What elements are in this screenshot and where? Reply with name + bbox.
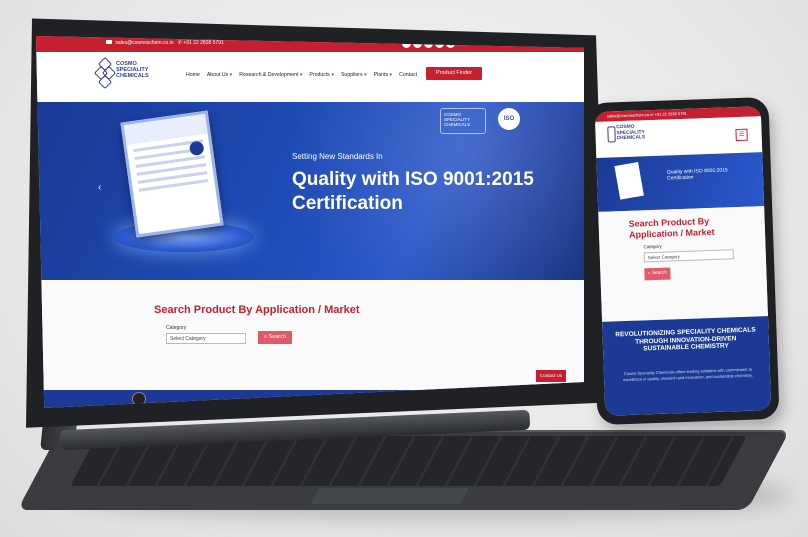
nav-home[interactable]: Home [186,72,200,78]
chevron-down-icon: ▾ [364,72,367,78]
phone-search-title: Search Product By Application / Market [628,216,715,240]
nav-about[interactable]: About Us ▾ [207,72,232,78]
contact-email[interactable]: sales@cosmoschem.co.in [115,40,173,46]
scene: sales@cosmoschem.co.in ✆ +91 22 2838 579… [0,0,808,537]
phone-hero: Quality with ISO 9001:2015 Certification [596,152,765,212]
chevron-down-icon: ▾ [229,72,233,78]
phone-search-section: Search Product By Application / Market C… [598,206,768,322]
tablet-screen: sales@cosmoschem.co.in ✆ +91 22 2838 579… [36,36,584,408]
category-select[interactable]: Select Category [166,333,246,344]
nav-products[interactable]: Products ▾ [309,72,334,78]
contact-us-button[interactable]: Contact Us [536,370,566,382]
main-nav: Home About Us ▾ Research & Development ▾… [186,72,417,78]
phone-icon: ✆ [177,40,182,46]
certificate-image [120,110,224,238]
logo-mark-icon [93,56,117,90]
phone-hero-text: Quality with ISO 9001:2015 Certification [666,167,728,182]
tablet: sales@cosmoschem.co.in ✆ +91 22 2838 579… [14,10,614,432]
chevron-down-icon: ▾ [299,72,303,78]
product-finder-button[interactable]: Product Finder [426,67,482,80]
pedestal-graphic [114,222,254,252]
phone-category-label: Category [643,243,662,250]
search-icon: ⌕ [647,271,651,277]
hero-title: Quality with ISO 9001:2015 Certification [292,169,534,214]
hero-kicker: Setting New Standards In [292,152,383,161]
mail-icon [106,40,112,44]
logo-text: COSMO SPECIALITY CHEMICALS [116,61,149,79]
phone: sales@cosmoschem.co.in +91 22 2838 5791 … [586,96,780,426]
chevron-down-icon: ▾ [331,72,334,78]
hero-banner: ‹ COSMO SPECIALITY CHEMICALS ISO Setting… [36,102,584,280]
phone-mission-banner: REVOLUTIONIZING SPECIALITY CHEMICALS THR… [602,316,772,416]
carousel-prev-button[interactable]: ‹ [98,182,101,193]
phone-header: COSMO SPECIALITY CHEMICALS ☰ [595,116,763,158]
nav-plants[interactable]: Plants ▾ [374,72,392,78]
iso-badge: ISO [498,108,520,130]
site-header: COSMO SPECIALITY CHEMICALS Home About Us… [36,52,584,102]
search-button[interactable]: ⌕ Search [258,331,292,344]
phone-screen: sales@cosmoschem.co.in +91 22 2838 5791 … [594,106,772,416]
nav-contact[interactable]: Contact [399,72,417,78]
contact-phone[interactable]: +91 22 2838 5791 [183,40,223,46]
trackpad [310,488,470,504]
chevron-down-icon: ▾ [389,72,393,78]
product-search-section: Search Product By Application / Market C… [36,280,584,390]
mission-title: REVOLUTIONIZING SPECIALITY CHEMICALS THR… [615,326,756,353]
search-title: Search Product By Application / Market [154,304,360,316]
hero-logo: COSMO SPECIALITY CHEMICALS [440,108,486,134]
nav-research[interactable]: Research & Development ▾ [239,72,302,78]
mission-body: Cosmo Speciality Chemicals offers leadin… [623,366,753,382]
phone-category-select[interactable]: Select Category [643,249,734,263]
hamburger-menu-icon[interactable]: ☰ [735,128,748,142]
phone-search-button[interactable]: ⌕ Search [644,267,671,281]
search-icon: ⌕ [263,334,268,340]
site-logo[interactable]: COSMO SPECIALITY CHEMICALS [93,56,168,90]
category-label: Category [166,325,187,331]
certificate-image [614,162,644,200]
nav-suppliers[interactable]: Suppliers ▾ [341,72,367,78]
phone-logo[interactable]: COSMO SPECIALITY CHEMICALS [607,124,661,142]
